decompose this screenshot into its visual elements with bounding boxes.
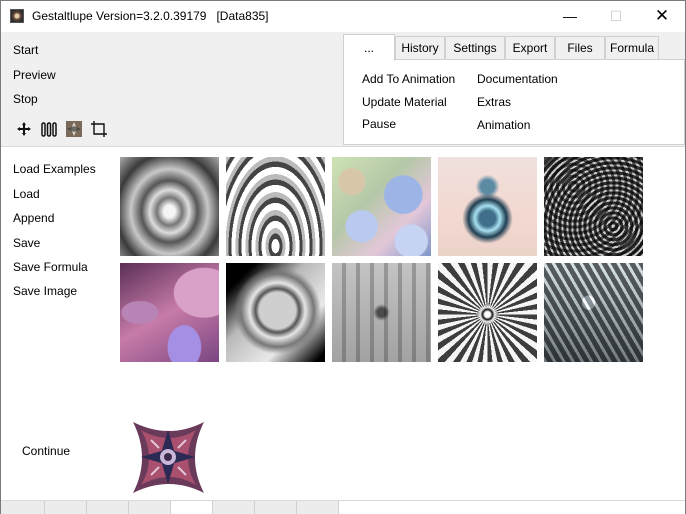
fractal-icon[interactable] bbox=[65, 120, 83, 138]
crop-icon[interactable] bbox=[90, 120, 108, 138]
status-segment bbox=[171, 501, 213, 514]
animation-button[interactable]: Animation bbox=[477, 118, 530, 132]
command-area: Start Preview Stop ... History Settings … bbox=[1, 32, 685, 147]
close-button[interactable]: ✕ bbox=[639, 1, 685, 31]
tab-history[interactable]: History bbox=[395, 36, 445, 59]
fractal-thumbnail-4[interactable] bbox=[438, 157, 537, 256]
status-segment bbox=[1, 501, 45, 514]
app-window: Gestaltlupe Version=3.2.0.39179 [Data835… bbox=[0, 0, 686, 514]
save-formula-button[interactable]: Save Formula bbox=[13, 260, 88, 274]
add-to-animation-button[interactable]: Add To Animation bbox=[362, 72, 455, 86]
fractal-thumbnail-7[interactable] bbox=[226, 263, 325, 362]
status-segment bbox=[129, 501, 171, 514]
maximize-button[interactable]: ☐ bbox=[593, 1, 639, 31]
status-bar bbox=[1, 500, 685, 514]
tool-icons bbox=[15, 120, 108, 138]
status-segment bbox=[87, 501, 129, 514]
window-title: Gestaltlupe Version=3.2.0.39179 [Data835… bbox=[32, 9, 269, 23]
tab-export[interactable]: Export bbox=[505, 36, 555, 59]
tab-control: ... History Settings Export Files Formul… bbox=[343, 32, 685, 147]
fractal-thumbnail-3[interactable] bbox=[332, 157, 431, 256]
fractal-thumbnail-10[interactable] bbox=[544, 263, 643, 362]
load-examples-button[interactable]: Load Examples bbox=[13, 162, 96, 176]
save-image-button[interactable]: Save Image bbox=[13, 284, 77, 298]
fractal-thumbnail-6[interactable] bbox=[120, 263, 219, 362]
title-bar: Gestaltlupe Version=3.2.0.39179 [Data835… bbox=[1, 1, 685, 32]
minimize-button[interactable]: — bbox=[547, 1, 593, 31]
status-segment bbox=[297, 501, 339, 514]
fractal-thumbnail-2[interactable] bbox=[226, 157, 325, 256]
tab-main[interactable]: ... bbox=[343, 34, 395, 61]
append-button[interactable]: Append bbox=[13, 211, 54, 225]
start-button[interactable]: Start bbox=[13, 43, 38, 57]
status-segment bbox=[213, 501, 255, 514]
pillars-icon[interactable] bbox=[40, 120, 58, 138]
documentation-button[interactable]: Documentation bbox=[477, 72, 558, 86]
fractal-thumbnail-9[interactable] bbox=[438, 263, 537, 362]
load-button[interactable]: Load bbox=[13, 187, 40, 201]
tab-settings[interactable]: Settings bbox=[445, 36, 505, 59]
main-area: Load Examples Load Append Save Save Form… bbox=[1, 148, 685, 500]
status-segment bbox=[255, 501, 297, 514]
stop-button[interactable]: Stop bbox=[13, 92, 38, 106]
status-segment bbox=[45, 501, 87, 514]
tab-files[interactable]: Files bbox=[555, 36, 605, 59]
continue-button[interactable]: Continue bbox=[22, 444, 70, 458]
fractal-thumbnail-5[interactable] bbox=[544, 157, 643, 256]
fractal-preview-icon bbox=[129, 418, 208, 497]
tab-formula[interactable]: Formula bbox=[605, 36, 659, 59]
pause-button[interactable]: Pause bbox=[362, 117, 396, 131]
tab-panel: Add To Animation Update Material Pause D… bbox=[343, 59, 685, 145]
extras-button[interactable]: Extras bbox=[477, 95, 511, 109]
status-segment bbox=[339, 501, 685, 514]
update-material-button[interactable]: Update Material bbox=[362, 95, 447, 109]
app-logo-icon bbox=[10, 9, 24, 23]
move-icon[interactable] bbox=[15, 120, 33, 138]
save-button[interactable]: Save bbox=[13, 236, 40, 250]
fractal-thumbnail-1[interactable] bbox=[120, 157, 219, 256]
preview-button[interactable]: Preview bbox=[13, 68, 56, 82]
fractal-thumbnail-8[interactable] bbox=[332, 263, 431, 362]
